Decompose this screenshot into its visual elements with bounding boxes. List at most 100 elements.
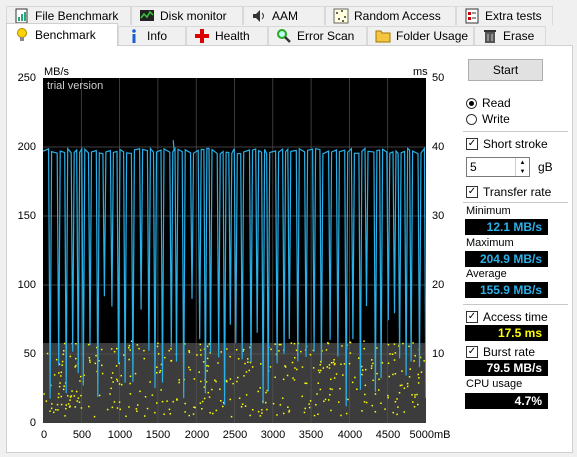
access-time-point: [238, 397, 241, 399]
access-time-point: [209, 412, 211, 414]
short-stroke-stepper[interactable]: 5 ▲ ▼: [466, 157, 530, 177]
access-time-point: [392, 373, 394, 376]
access-time-point: [212, 412, 214, 415]
access-time-point: [328, 364, 331, 366]
start-button[interactable]: Start: [468, 59, 543, 81]
access-time-point: [73, 395, 76, 397]
y2-tick-label: 20: [432, 279, 445, 291]
access-time-point: [408, 376, 411, 378]
stepper-down-icon[interactable]: ▼: [515, 167, 529, 176]
access-time-point: [265, 391, 267, 394]
access-time-point: [401, 370, 403, 372]
access-time-point: [356, 388, 358, 390]
divider: [463, 131, 568, 132]
access-time-point: [143, 357, 145, 360]
access-time-point: [416, 393, 418, 396]
burst-rate-value: 79.5 MB/s: [465, 360, 548, 376]
access-time-point: [206, 357, 209, 360]
access-time-point: [259, 415, 262, 417]
access-time-point: [226, 380, 228, 383]
tab-row-2: Benchmark Info Health Error Scan Folder …: [6, 23, 546, 46]
access-time-point: [295, 349, 298, 352]
tab-aam[interactable]: AAM: [243, 6, 325, 25]
y-tick-label: 250: [17, 72, 36, 84]
access-time-point: [199, 349, 202, 351]
access-time-point: [206, 370, 208, 372]
tab-extra-tests[interactable]: Extra tests: [456, 6, 553, 25]
access-time-point: [322, 367, 325, 369]
access-time-point: [115, 365, 118, 367]
access-time-point: [378, 389, 380, 391]
speaker-icon: [250, 7, 268, 25]
write-radio[interactable]: Write: [466, 112, 510, 126]
access-time-point: [282, 397, 284, 399]
access-time-point: [420, 371, 423, 373]
access-time-point: [266, 408, 268, 411]
access-time-point: [232, 382, 234, 385]
access-time-point: [128, 406, 130, 408]
access-time-point: [308, 406, 311, 409]
access-time-point: [170, 348, 172, 350]
access-time-point: [257, 410, 260, 413]
access-time-point: [144, 396, 147, 398]
access-time-point: [387, 362, 390, 364]
short-stroke-checkbox[interactable]: ✓ Short stroke: [466, 137, 548, 151]
access-time-point: [169, 413, 171, 415]
access-time-point: [342, 374, 344, 376]
access-time-point: [129, 375, 132, 377]
access-time-point: [409, 368, 411, 370]
tab-folder-usage[interactable]: Folder Usage: [367, 26, 474, 45]
minimum-label: Minimum: [466, 205, 511, 217]
access-time-point: [235, 349, 238, 351]
tab-disk-monitor[interactable]: Disk monitor: [131, 6, 243, 25]
access-time-point: [361, 373, 363, 376]
access-time-point: [287, 406, 289, 408]
access-time-point: [396, 413, 398, 416]
access-time-point: [188, 366, 190, 369]
access-time-point: [423, 360, 425, 362]
access-time-checkbox[interactable]: ✓ Access time: [466, 310, 548, 324]
access-time-point: [160, 389, 162, 391]
tab-error-scan[interactable]: Error Scan: [268, 26, 367, 45]
access-time-point: [69, 405, 71, 407]
access-time-point: [80, 407, 83, 409]
transfer-rate-checkbox[interactable]: ✓ Transfer rate: [466, 185, 551, 199]
burst-rate-checkbox[interactable]: ✓ Burst rate: [466, 345, 535, 359]
stepper-up-icon[interactable]: ▲: [515, 158, 529, 167]
tab-benchmark[interactable]: Benchmark: [6, 23, 118, 46]
access-time-point: [242, 348, 245, 351]
access-time-point: [110, 348, 113, 350]
benchmark-chart: trial version: [43, 78, 426, 423]
access-time-point: [327, 342, 330, 345]
access-time-point: [51, 403, 53, 405]
access-time-point: [208, 343, 210, 345]
access-time-point: [319, 388, 322, 391]
access-time-point: [63, 385, 65, 387]
access-time-point: [125, 415, 127, 417]
access-time-point: [98, 394, 101, 397]
access-time-point: [164, 356, 166, 359]
tab-info[interactable]: Info: [118, 26, 186, 45]
access-time-point: [332, 361, 335, 364]
tab-random-access[interactable]: Random Access: [325, 6, 456, 25]
read-radio[interactable]: Read: [466, 96, 511, 110]
access-time-point: [101, 364, 103, 367]
access-time-point: [60, 375, 62, 377]
tab-health[interactable]: Health: [186, 26, 268, 45]
access-time-point: [251, 366, 254, 368]
access-time-point: [288, 411, 290, 413]
access-time-point: [418, 377, 420, 379]
access-time-point: [301, 366, 304, 368]
access-time-point: [118, 383, 121, 385]
access-time-point: [206, 345, 209, 348]
tab-erase[interactable]: Erase: [474, 26, 546, 45]
x-tick-label: 500: [72, 429, 92, 441]
x-tick-label: 4000: [337, 429, 363, 441]
access-time-point: [309, 400, 312, 402]
access-time-point: [333, 359, 335, 361]
y2-tick-label: 10: [432, 348, 445, 360]
access-time-point: [261, 409, 263, 411]
access-time-point: [215, 380, 217, 383]
access-time-point: [317, 413, 319, 415]
access-time-point: [144, 415, 146, 417]
